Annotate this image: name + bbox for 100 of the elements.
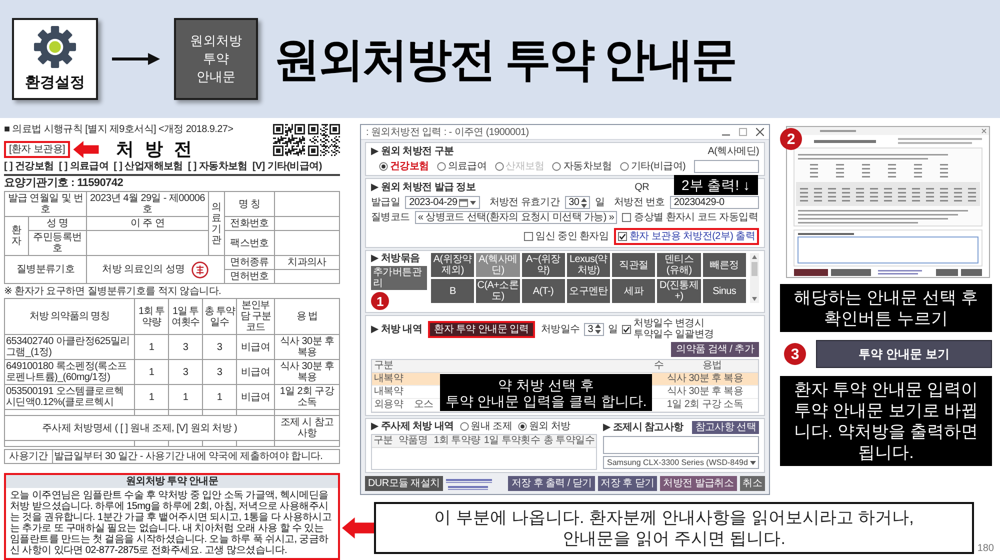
section-title: ▶ 처방 내역 [371, 324, 422, 334]
qr-code-icon [273, 124, 305, 156]
preset-button[interactable]: 빼른정 [702, 253, 746, 277]
radio-option[interactable]: 건강보험 [379, 161, 429, 172]
checkbox-option[interactable]: 처방일수 변경시 투약일수 일괄변경 [622, 318, 714, 340]
field-label: 처방전 유효기간 [489, 197, 560, 208]
table-cell[interactable]: 1일 2회 구강 소독 [652, 399, 758, 411]
maximize-icon[interactable] [739, 128, 747, 136]
section-title: ▶ 주사제 처방 내역 [371, 421, 454, 432]
footer-button[interactable]: 취소 [740, 476, 765, 491]
insurance-option: [ ] 산업재해보험 [114, 161, 183, 172]
menu-tile-button[interactable]: 원외처방 투약 안내문 [174, 18, 258, 100]
column-header: 구분 [372, 435, 394, 447]
calendar-icon [459, 198, 468, 207]
notes-textarea[interactable] [603, 436, 759, 454]
printer-dropdown[interactable]: Samsung CLX-3300 Series (WSD-849d [603, 456, 759, 469]
empty-table-cell [275, 231, 340, 256]
table-cell[interactable]: 식사 30분 후 복용 [652, 373, 758, 385]
table-cell: 649100180 록소펜정(록소프로펜나트륨)_(60mg/1정) [5, 360, 135, 385]
disease-code-button[interactable]: « 상병코드 선택(환자의 요청시 미선택 가능) » [414, 211, 618, 224]
table-cell: 질병분류기호 [5, 256, 87, 284]
insurance-option: [ ] 자동차보험 [188, 161, 248, 172]
preset-button[interactable]: A~(위장약) [522, 253, 565, 277]
preset-button[interactable]: C(A+소론도) [476, 279, 520, 303]
radio-option[interactable]: 원내 조제 [460, 421, 512, 432]
column-header: 1회 투약량 [432, 435, 482, 447]
date-field[interactable]: 2023-04-29 [405, 196, 480, 209]
step-badge: 2 [780, 128, 802, 150]
spinner-arrows-icon [594, 324, 601, 334]
dur-reinstall-button[interactable]: DUR모듈 재설치 [365, 476, 443, 491]
note-select-button[interactable]: 참고사항 선택 [692, 421, 759, 434]
insurance-option: [V] 기타(비급여) [252, 161, 322, 172]
close-icon[interactable] [756, 128, 764, 136]
checkbox-option[interactable]: 증상별 환자시 코드 자동입력 [622, 212, 758, 223]
manage-button[interactable]: 추가버튼관리 [371, 266, 427, 290]
table-cell[interactable]: 식사 30분 후 복용 [652, 386, 758, 398]
doctor-label: 처방 의료인의 성명 [102, 264, 185, 275]
table-cell: 성 명 [29, 217, 87, 231]
table-cell: 653402740 아클란정625밀리그램_(1정) [5, 335, 135, 360]
radio-option[interactable]: 자동차보험 [552, 161, 612, 172]
section-title: ▶ 조제시 참고사항 [603, 422, 684, 433]
preset-button[interactable]: Lexus(약처방) [566, 253, 610, 277]
footer-button[interactable]: 저장 후 출력 / 닫기 [508, 476, 595, 491]
preset-button[interactable]: 오구멘탄 [566, 279, 610, 303]
guide-title: 원외처방 투약 안내문 [6, 475, 338, 488]
table-cell: 주사제 처방명세 ( [ ] 원내 조제, [V] 원외 처방 ) [5, 416, 275, 441]
table-cell[interactable]: 내복약 [372, 373, 440, 385]
preset-button[interactable]: D(진통제+) [657, 279, 701, 303]
empty-table-cell [275, 270, 340, 284]
table-cell: 명 칭 [225, 192, 275, 217]
table-cell: 053500191 오스템클로르헥시딘액0.12%(클로르헥시 [5, 385, 135, 410]
input-field[interactable] [694, 160, 759, 173]
column-header: 본인부담 구분코드 [237, 299, 275, 335]
callout-arrow [72, 140, 99, 158]
institution-code: 요양기관기호 : 11590742 [4, 177, 124, 190]
unit-label: 일 [608, 324, 618, 334]
table-cell: 3 [203, 335, 237, 360]
guide-input-button[interactable]: 환자 투약 안내문 입력 [428, 320, 535, 338]
settings-button[interactable]: 환경설정 [12, 18, 98, 100]
footer-button[interactable]: 저장 후 닫기 [598, 476, 658, 491]
caret-icon [470, 200, 476, 204]
section-title: ▶ 원외 처방전 구분 [371, 146, 454, 157]
table-cell[interactable]: 내복약 [372, 386, 440, 398]
table-cell: 조제 시 참고 사항 [275, 416, 340, 441]
form-note: ■ 의료법 시행규칙 [별지 제9호서식] <개정 2018.9.27> [4, 124, 234, 135]
table-cell[interactable]: 외용약 [372, 399, 412, 411]
table-cell: 식사 30분 후 복용 [275, 335, 340, 360]
column-header: 처방 의약품의 명칭 [5, 299, 135, 335]
view-guide-button[interactable]: 투약 안내문 보기 [816, 340, 992, 368]
field-label: 처방일수 [540, 324, 580, 334]
table-cell: 치과의사 [275, 256, 340, 270]
table-cell: 1 [135, 385, 169, 410]
preset-button[interactable]: B [431, 279, 474, 303]
preset-button[interactable]: Sinus [702, 279, 746, 303]
radio-option[interactable]: 의료급여 [436, 161, 487, 172]
unit-label: 일 [595, 197, 605, 208]
footer-button[interactable]: 처방전 발급취소 [660, 476, 737, 491]
table-cell: 사용기간 [5, 450, 53, 464]
section-title: ▶ 처방묶음 [371, 253, 420, 264]
checkbox-option[interactable]: 환자 보관용 처방전(2부) 출력 [614, 228, 759, 245]
caret-icon [750, 460, 756, 464]
number-spinner[interactable]: 30 [564, 196, 590, 209]
preset-button[interactable]: 덴티스(유해) [657, 253, 701, 277]
table-cell: 전화번호 [225, 217, 275, 231]
insurance-option: [ ] 건강보험 [4, 161, 54, 172]
preset-button[interactable]: 직관절 [612, 253, 656, 277]
prescription-number-field[interactable]: 20230429-0 [670, 196, 759, 209]
column-header: 약품명 [397, 435, 429, 447]
preset-button[interactable]: A(위장약제외) [431, 253, 474, 277]
drug-search-button[interactable]: 의약품 검색 / 추가 [671, 342, 759, 357]
scrollbar[interactable] [750, 253, 759, 303]
preset-button[interactable]: A(T-) [522, 279, 565, 303]
radio-option[interactable]: 기타(비급여) [620, 161, 686, 172]
number-spinner[interactable]: 3 [584, 322, 604, 336]
preset-button[interactable]: 세파 [612, 279, 656, 303]
table-cell: 비급여 [237, 385, 275, 410]
table-cell[interactable]: 오스 [412, 399, 440, 411]
checkbox-option[interactable]: 임신 중인 환자임 [524, 231, 609, 242]
radio-option[interactable]: 원외 처방 [518, 421, 570, 432]
gear-icon [34, 26, 76, 68]
